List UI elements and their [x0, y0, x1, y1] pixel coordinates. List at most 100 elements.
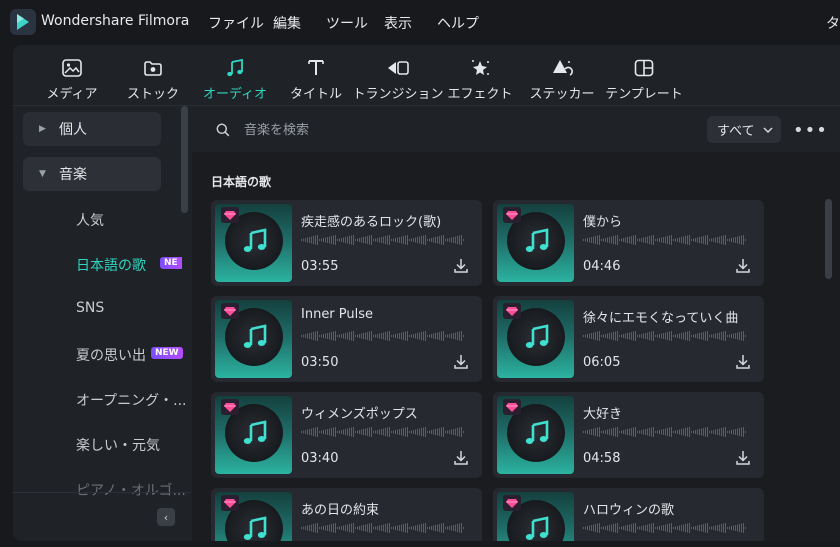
track-thumbnail [497, 300, 574, 378]
track-card[interactable]: 徐々にエモくなっていく曲 06:05 [493, 296, 764, 382]
tab-media-label: メディア [46, 87, 98, 102]
download-icon[interactable] [736, 258, 750, 277]
menu-file[interactable]: ファイル [208, 13, 264, 33]
track-card[interactable]: 大好き 04:58 [493, 392, 764, 478]
music-note-icon [524, 323, 550, 355]
music-note-icon [524, 419, 550, 451]
premium-gem-icon [503, 207, 521, 223]
track-name: 徐々にエモくなっていく曲 [583, 311, 739, 326]
media-icon [60, 57, 84, 79]
asset-toolbar: メディア ストック オーディオ タイトル トランジション エフェクト ステッカー… [13, 45, 840, 106]
download-icon[interactable] [454, 258, 468, 277]
tab-template[interactable]: テンプレート [605, 45, 683, 105]
track-thumbnail [497, 396, 574, 474]
sticker-icon [550, 57, 574, 79]
tab-sticker-label: ステッカー [529, 87, 595, 102]
music-note-icon [242, 419, 268, 451]
track-name: ウィメンズポップス [301, 407, 418, 422]
music-note-icon [242, 515, 268, 541]
track-name: 大好き [583, 407, 623, 422]
track-name: ハロウィンの歌 [583, 503, 675, 518]
tab-effect-label: エフェクト [447, 87, 513, 102]
tab-effect[interactable]: エフェクト [448, 45, 513, 105]
chevron-right-icon: ▶ [39, 124, 46, 134]
sidebar-group-label: 個人 [59, 122, 87, 138]
tab-title[interactable]: タイトル [290, 45, 342, 105]
track-duration: 03:50 [301, 355, 339, 370]
filmora-logo-icon [10, 9, 36, 35]
section-title: 日本語の歌 [211, 175, 272, 189]
download-icon[interactable] [454, 450, 468, 469]
music-note-icon [524, 227, 550, 259]
waveform [301, 235, 464, 245]
tab-transition-label: トランジション [352, 87, 444, 102]
chevron-left-icon: ‹ [163, 510, 169, 524]
download-icon[interactable] [736, 450, 750, 469]
track-duration: 04:46 [583, 259, 621, 274]
tab-transition[interactable]: トランジション [353, 45, 444, 105]
more-options-icon[interactable]: ••• [793, 120, 828, 141]
track-card[interactable]: 僕から 04:46 [493, 200, 764, 286]
waveform [583, 427, 746, 437]
menu-tools[interactable]: ツール [326, 13, 368, 33]
track-card[interactable]: 疾走感のあるロック(歌) 03:55 [211, 200, 482, 286]
track-thumbnail [215, 300, 292, 378]
menu-truncated[interactable]: タ [826, 13, 840, 33]
track-duration: 03:40 [301, 451, 339, 466]
track-card[interactable]: Inner Pulse 03:50 [211, 296, 482, 382]
track-thumbnail [215, 492, 292, 541]
premium-gem-icon [221, 207, 239, 223]
app-title: Wondershare Filmora [41, 13, 190, 29]
sidebar-item-japanese-songs[interactable]: 日本語の歌 [76, 255, 146, 275]
track-thumbnail [497, 204, 574, 282]
stock-icon [141, 57, 165, 79]
chevron-down-icon: ▼ [39, 169, 46, 179]
collapse-sidebar-button[interactable]: ‹ [157, 508, 175, 526]
menu-help[interactable]: ヘルプ [437, 13, 479, 33]
track-card[interactable]: あの日の約束 [211, 488, 482, 541]
sidebar-item-opening[interactable]: オープニング・... [76, 390, 187, 410]
track-duration: 03:55 [301, 259, 339, 274]
search-bar: すべて ••• [192, 106, 840, 152]
music-note-icon [223, 57, 247, 79]
track-name: Inner Pulse [301, 307, 374, 322]
sidebar-item-cheerful[interactable]: 楽しい・元気 [76, 435, 160, 455]
tab-sticker[interactable]: ステッカー [530, 45, 595, 105]
new-badge: NEW [151, 347, 183, 359]
filter-selected: すべて [717, 124, 755, 139]
tab-stock[interactable]: ストック [127, 45, 179, 105]
sidebar-group-personal[interactable]: ▶ 個人 [23, 112, 161, 146]
tab-audio[interactable]: オーディオ [203, 45, 267, 105]
track-card[interactable]: ウィメンズポップス 03:40 [211, 392, 482, 478]
tab-template-label: テンプレート [605, 87, 683, 102]
sidebar-item-sns[interactable]: SNS [76, 300, 104, 316]
sidebar-item-popular[interactable]: 人気 [76, 210, 104, 230]
tab-stock-label: ストック [127, 87, 180, 102]
waveform [301, 523, 464, 533]
download-icon[interactable] [736, 354, 750, 373]
category-sidebar: ▶ 個人 ▼ 音楽 人気 日本語の歌 NE SNS 夏の思い出 NEW オープニ… [13, 106, 191, 541]
sidebar-group-music[interactable]: ▼ 音楽 [23, 157, 161, 191]
menu-edit[interactable]: 編集 [273, 13, 301, 33]
transition-icon [386, 57, 410, 79]
search-input[interactable] [242, 118, 546, 142]
premium-gem-icon [503, 399, 521, 415]
waveform [583, 331, 746, 341]
tab-media[interactable]: メディア [46, 45, 98, 105]
track-name: あの日の約束 [301, 503, 380, 518]
sidebar-group-label: 音楽 [59, 167, 87, 183]
sidebar-scrollbar[interactable] [181, 106, 188, 213]
effect-star-icon [468, 57, 492, 79]
download-icon[interactable] [454, 354, 468, 373]
track-duration: 06:05 [583, 355, 621, 370]
waveform [583, 523, 746, 533]
menu-view[interactable]: 表示 [384, 13, 412, 33]
music-note-icon [524, 515, 550, 541]
content-scrollbar[interactable] [825, 199, 832, 279]
track-thumbnail [215, 204, 292, 282]
search-icon [216, 122, 230, 141]
premium-gem-icon [221, 303, 239, 319]
track-card[interactable]: ハロウィンの歌 [493, 488, 764, 541]
sidebar-item-summer-memories[interactable]: 夏の思い出 [76, 345, 146, 365]
filter-dropdown[interactable]: すべて [707, 116, 781, 143]
